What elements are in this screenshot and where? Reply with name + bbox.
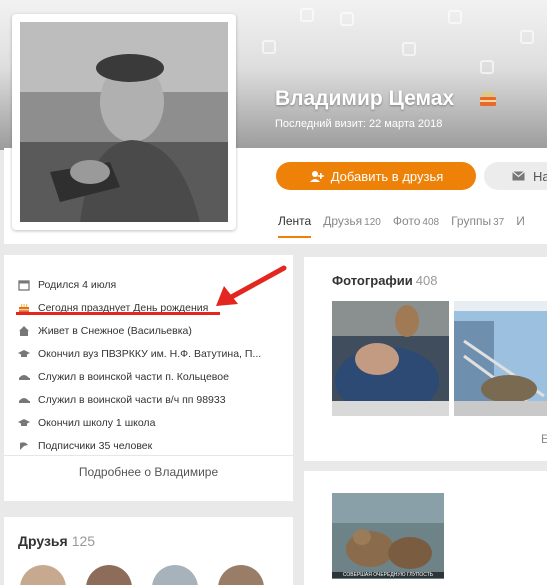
cover-pattern-icon: [480, 60, 494, 74]
profile-tabs: Лента Друзья 120 Фото 408 Группы 37 И: [278, 214, 525, 238]
info-residence: Живет в Снежное (Васильевка): [18, 325, 192, 337]
last-visit: Последний визит: 22 марта 2018: [275, 118, 443, 130]
cover-pattern-icon: [402, 42, 416, 56]
graduation-cap-icon: [18, 350, 30, 357]
friends-count: 125: [71, 533, 96, 549]
post-photo[interactable]: СОВЕРШАЯ ОЧЕРЕДНУЮ ГЛУПОСТЬ: [332, 493, 444, 579]
photos-more-label[interactable]: Е: [541, 432, 547, 446]
add-friend-button[interactable]: Добавить в друзья: [276, 162, 476, 190]
friend-avatar[interactable]: [20, 565, 66, 585]
subscribers-icon: [20, 442, 28, 450]
info-military-1: Служил в воинской части п. Кольцевое: [18, 371, 229, 383]
home-icon: [19, 326, 29, 336]
tab-friends[interactable]: Друзья 120: [323, 214, 381, 238]
graduation-cap-icon: [18, 419, 30, 426]
photo-image: [332, 301, 449, 416]
military-cap-icon: [19, 398, 30, 403]
post-image: [332, 493, 444, 579]
cover-pattern-icon: [262, 40, 276, 54]
info-military-2: Служил в воинской части в/ч пп 98933: [18, 394, 226, 406]
red-arrow-icon: [216, 265, 287, 306]
profile-name: Владимир Цемах: [275, 87, 455, 110]
friend-avatar[interactable]: [152, 565, 198, 585]
divider: [4, 455, 293, 456]
photo-image: [454, 301, 547, 416]
info-birthdate: Родился 4 июля: [18, 279, 116, 291]
highlight-underline: [16, 312, 220, 315]
avatar-photo: [20, 22, 228, 222]
avatar[interactable]: [20, 22, 228, 222]
post-card: СОВЕРШАЯ ОЧЕРЕДНУЮ ГЛУПОСТЬ: [304, 471, 547, 585]
envelope-icon: [512, 171, 525, 181]
post-caption: СОВЕРШАЯ ОЧЕРЕДНУЮ ГЛУПОСТЬ: [332, 572, 444, 578]
add-friend-label: Добавить в друзья: [330, 168, 444, 184]
friend-avatar[interactable]: [218, 565, 264, 585]
tab-count: 408: [422, 217, 440, 228]
photos-card: Фотографии 408 Е: [304, 257, 547, 461]
photo-thumbnail[interactable]: [332, 301, 449, 416]
friends-title[interactable]: Друзья 125: [18, 533, 95, 549]
tab-photos[interactable]: Фото 408: [393, 214, 439, 238]
avatar-frame[interactable]: [12, 14, 236, 230]
military-cap-icon: [19, 375, 30, 380]
photos-count: 408: [415, 273, 438, 288]
friends-card: Друзья 125: [4, 517, 293, 585]
tab-feed[interactable]: Лента: [278, 214, 312, 238]
photos-title[interactable]: Фотографии 408: [332, 273, 438, 288]
photo-thumbnail[interactable]: [454, 301, 547, 416]
tab-count: 37: [493, 217, 505, 228]
calendar-icon: [18, 280, 30, 291]
about-more-link[interactable]: Подробнее о Владимире: [4, 465, 293, 479]
cover-pattern-icon: [448, 10, 462, 24]
write-message-button[interactable]: На: [484, 162, 547, 190]
info-school: Окончил школу 1 школа: [18, 417, 155, 429]
cover-pattern-icon: [520, 30, 534, 44]
tab-count: 120: [364, 217, 381, 228]
tab-more[interactable]: И: [516, 214, 525, 238]
birthday-cake-icon: [480, 92, 496, 106]
cover-pattern-icon: [300, 8, 314, 22]
add-user-icon: [309, 170, 324, 182]
cover-pattern-icon: [340, 12, 354, 26]
info-university: Окончил вуз ПВЗРККУ им. Н.Ф. Ватутина, П…: [18, 348, 261, 360]
info-subscribers[interactable]: Подписчики 35 человек: [18, 440, 152, 452]
tab-groups[interactable]: Группы 37: [451, 214, 504, 238]
write-message-label: На: [533, 168, 547, 184]
friend-avatar[interactable]: [86, 565, 132, 585]
